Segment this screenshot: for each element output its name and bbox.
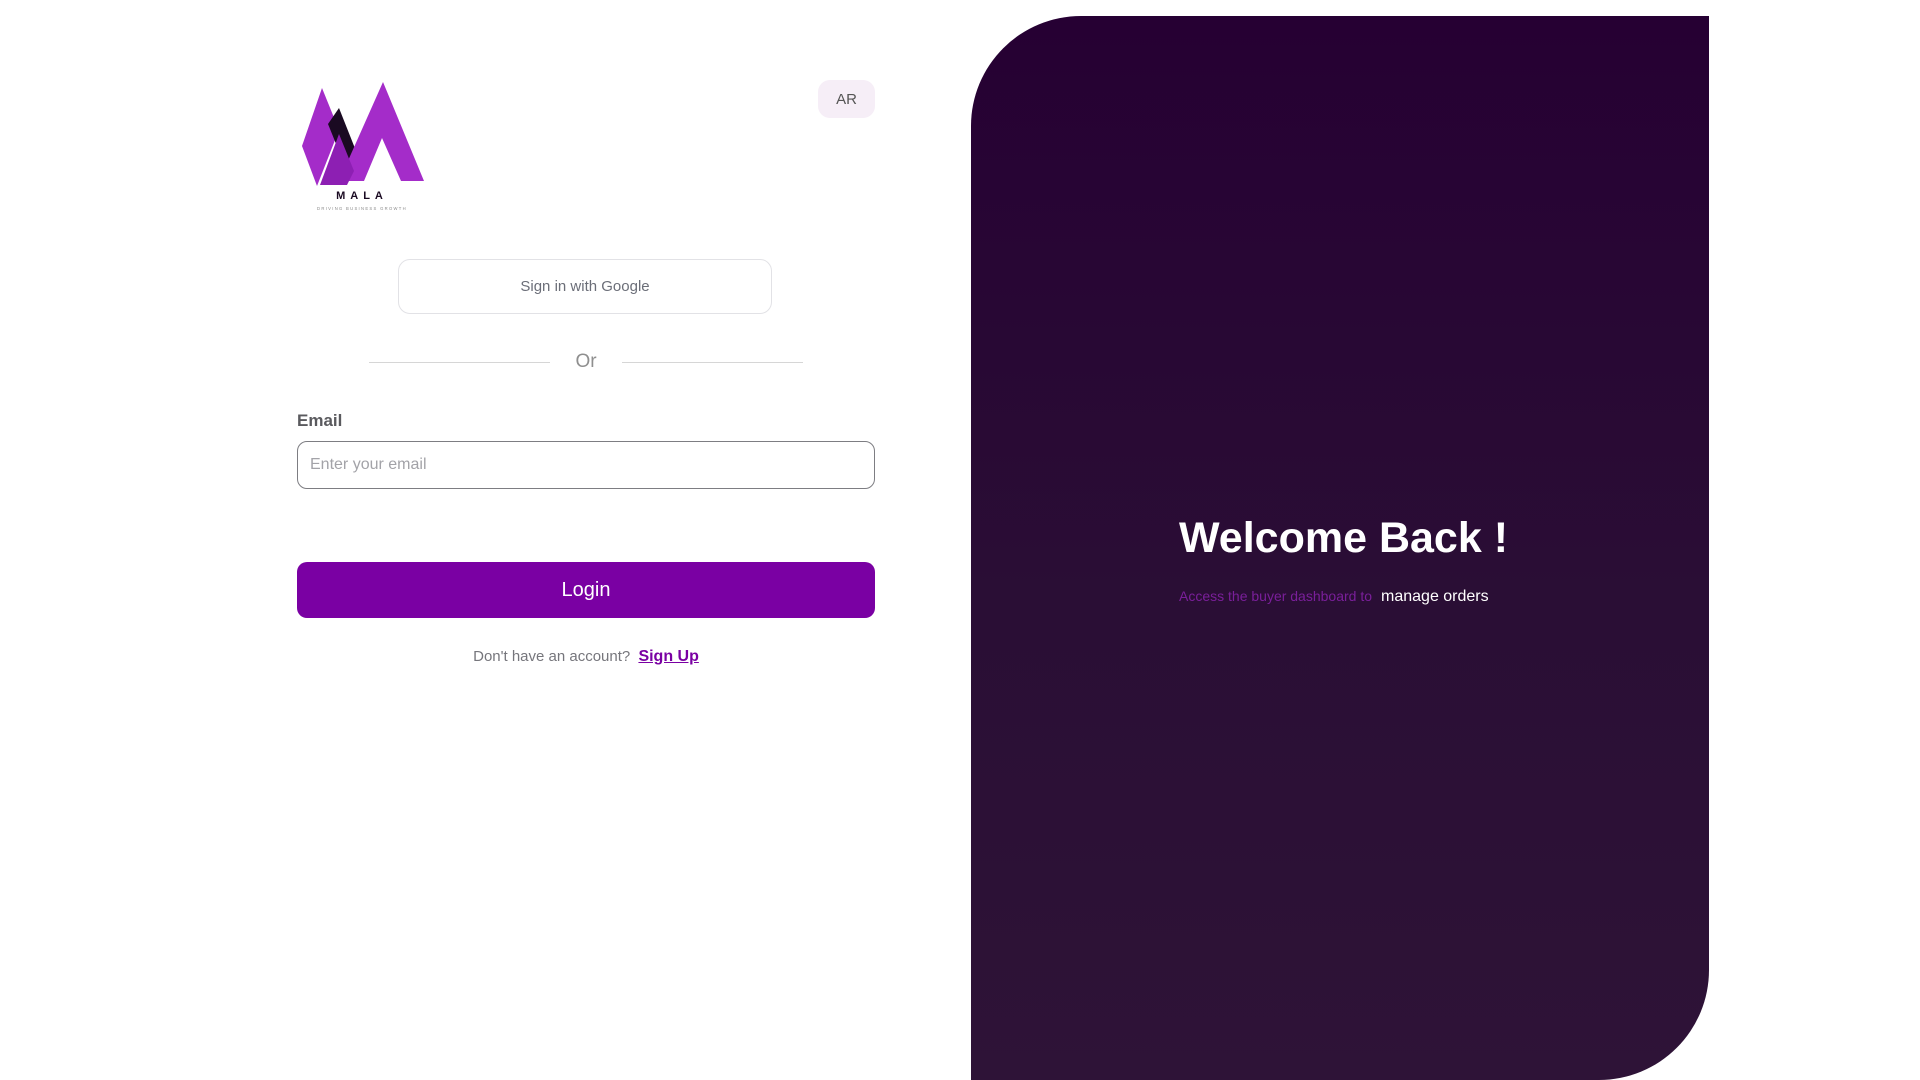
signup-row: Don't have an account? Sign Up (297, 648, 875, 666)
divider-line-right (622, 361, 803, 363)
hero-subtitle-muted: Access the buyer dashboard to (1179, 588, 1373, 604)
language-toggle-button[interactable]: AR (818, 80, 875, 118)
welcome-hero-panel: Welcome Back ! Access the buyer dashboar… (971, 16, 1709, 1080)
google-signin-button[interactable]: Sign in with Google (398, 259, 772, 314)
hero-title: Welcome Back ! (1179, 514, 1509, 562)
hero-subtitle-highlight: manage orders (1381, 588, 1489, 605)
login-button[interactable]: Login (297, 562, 875, 618)
email-label: Email (297, 411, 343, 430)
hero-subtitle: Access the buyer dashboard to manage ord… (1179, 588, 1489, 606)
mala-logo: MALA DRIVING BUSINESS GROWTH (300, 80, 425, 212)
divider-text: Or (575, 351, 597, 372)
login-form-column: MALA DRIVING BUSINESS GROWTH AR Sign in … (297, 0, 875, 1080)
or-divider: Or (369, 350, 803, 374)
divider-line-left (369, 361, 550, 363)
signup-prompt: Don't have an account? (473, 648, 631, 665)
login-page: MALA DRIVING BUSINESS GROWTH AR Sign in … (0, 0, 1920, 1080)
logo-wordmark: MALA (336, 190, 388, 202)
email-input[interactable] (297, 441, 875, 489)
logo-tagline: DRIVING BUSINESS GROWTH (317, 206, 407, 211)
signup-link[interactable]: Sign Up (638, 648, 698, 665)
